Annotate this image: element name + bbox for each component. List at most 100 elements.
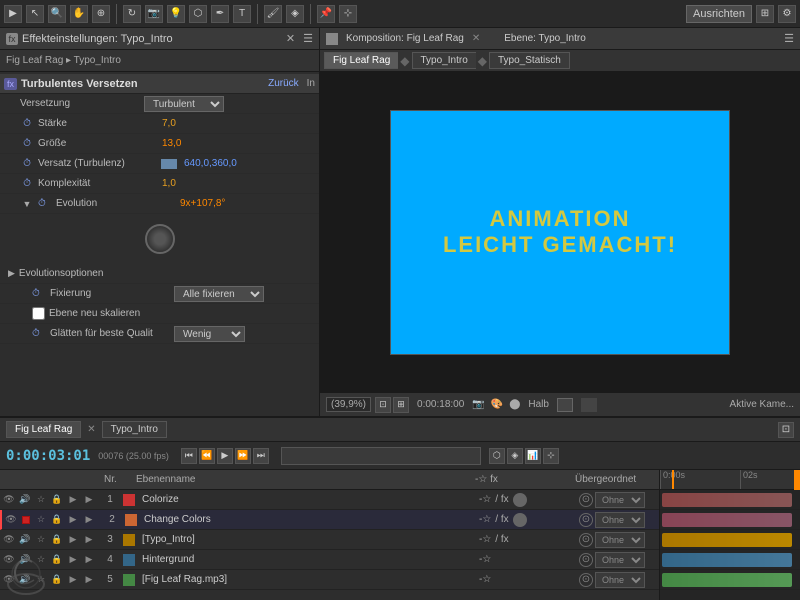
time-display[interactable]: 0:00:03:01 — [6, 448, 90, 464]
layer-1-expand[interactable]: ▶ — [66, 493, 80, 507]
layer-2-solo[interactable]: ☆ — [34, 513, 48, 527]
ausrichten-button[interactable]: Ausrichten — [686, 5, 752, 23]
toolbar-icon-puppet[interactable]: ⊹ — [339, 5, 357, 23]
tl-graph-icon[interactable]: 📊 — [525, 448, 541, 464]
layer-3-color[interactable] — [123, 534, 135, 546]
toolbar-icon-arrow[interactable]: ▶ — [4, 5, 22, 23]
layer-2-eye[interactable]: 👁 — [4, 513, 18, 527]
track-bar-mp3[interactable] — [662, 573, 792, 587]
toolbar-icon-camera[interactable]: 📷 — [145, 5, 163, 23]
layer-1-parent-dropdown[interactable]: Ohne — [595, 492, 645, 508]
layer-4-parent-dropdown[interactable]: Ohne — [595, 552, 645, 568]
timeline-tab-figleafrag[interactable]: Fig Leaf Rag — [6, 421, 81, 438]
layer-1-expand2[interactable]: ▶ — [82, 493, 96, 507]
effect-panel-menu[interactable]: ☰ — [303, 32, 313, 45]
layer-1-lock[interactable]: 🔒 — [50, 493, 64, 507]
versatz-value[interactable]: 640,0,360,0 — [184, 158, 237, 169]
stopwatch-evolution[interactable]: ⏱ — [38, 197, 52, 211]
play-end-btn[interactable]: ⏭ — [253, 448, 269, 464]
layer-1-eye[interactable]: 👁 — [2, 493, 16, 507]
layer-2-lock[interactable]: 🔒 — [50, 513, 64, 527]
layer-row-3[interactable]: 👁 🔊 ☆ 🔒 ▶ ▶ 3 [Typo_Intro] -☆ / fx ⊙ — [0, 530, 659, 550]
layer-1-color[interactable] — [123, 494, 135, 506]
toolbar-icon-grid[interactable]: ⊞ — [756, 5, 774, 23]
stopwatch-groesse[interactable]: ⏱ — [20, 137, 34, 151]
layer-1-solo[interactable]: ☆ — [34, 493, 48, 507]
stopwatch-versatz[interactable]: ⏱ — [20, 157, 34, 171]
layer-5-color[interactable] — [123, 574, 135, 586]
ebene-skalieren-checkbox[interactable] — [32, 307, 45, 320]
track-bar-change[interactable] — [662, 513, 792, 527]
layer-3-expand2[interactable]: ▶ — [82, 533, 96, 547]
effect-panel-close[interactable]: ✕ — [286, 32, 295, 45]
playhead[interactable] — [672, 470, 674, 489]
play-btn[interactable]: ▶ — [217, 448, 233, 464]
toolbar-icon-brush[interactable]: 🖌 — [264, 5, 282, 23]
toolbar-icon-pin[interactable]: 📌 — [317, 5, 335, 23]
zoom-display[interactable]: (39,9%) — [326, 397, 371, 412]
stopwatch-komplexitaet[interactable]: ⏱ — [20, 177, 34, 191]
comp-menu-icon[interactable]: ☰ — [784, 32, 794, 45]
layer-3-parent-dropdown[interactable]: Ohne — [595, 532, 645, 548]
versetzung-dropdown[interactable]: Turbulent Versatz — [144, 96, 224, 112]
stopwatch-fixierung[interactable]: ⏱ — [32, 287, 46, 301]
fixierung-dropdown[interactable]: Alle fixieren — [174, 286, 264, 302]
timeline-tab-close-1[interactable]: ✕ — [87, 424, 95, 435]
quality-display[interactable]: Halb — [528, 399, 549, 410]
toolbar-icon-settings[interactable]: ⚙ — [778, 5, 796, 23]
staerke-value[interactable]: 7,0 — [162, 118, 176, 129]
comp-close-icon[interactable]: ✕ — [472, 33, 480, 44]
layer-5-expand2[interactable]: ▶ — [82, 573, 96, 587]
toolbar-icon-hand[interactable]: ✋ — [70, 5, 88, 23]
layer-4-color[interactable] — [123, 554, 135, 566]
layer-row-5[interactable]: 👁 🔊 ☆ 🔒 ▶ ▶ 5 [Fig Leaf Rag.mp3] -☆ ⊙ Oh… — [0, 570, 659, 590]
preview-range-bar[interactable] — [281, 447, 481, 465]
stopwatch-glaetten[interactable]: ⏱ — [32, 327, 46, 341]
timeline-tab-typointro[interactable]: Typo_Intro — [102, 421, 167, 438]
layer-3-lock[interactable]: 🔒 — [50, 533, 64, 547]
layer-5-lock[interactable]: 🔒 — [50, 573, 64, 587]
comp-fit-icon[interactable]: ⊡ — [375, 397, 391, 413]
layer-3-eye[interactable]: 👁 — [2, 533, 16, 547]
layer-row-2[interactable]: 👁 ☆ 🔒 ▶ ▶ 2 Change Colors -☆ / fx ⊙ — [0, 510, 659, 530]
step-back-btn[interactable]: ⏪ — [199, 448, 215, 464]
toolbar-icon-cube[interactable]: ⬡ — [189, 5, 207, 23]
toolbar-icon-light[interactable]: 💡 — [167, 5, 185, 23]
tl-snap-icon[interactable]: ⊹ — [543, 448, 559, 464]
play-begin-btn[interactable]: ⏮ — [181, 448, 197, 464]
toolbar-icon-zoom[interactable]: ⊕ — [92, 5, 110, 23]
layer-4-expand2[interactable]: ▶ — [82, 553, 96, 567]
layer-2-color[interactable] — [125, 514, 137, 526]
comp-grid-icon[interactable]: ⊞ — [393, 397, 409, 413]
layer-row-4[interactable]: 👁 🔊 ☆ 🔒 ▶ ▶ 4 Hintergrund -☆ ⊙ Ohne — [0, 550, 659, 570]
layer-2-expand2[interactable]: ▶ — [82, 513, 96, 527]
toolbar-icon-text[interactable]: T — [233, 5, 251, 23]
toolbar-icon-rotate[interactable]: ↻ — [123, 5, 141, 23]
layer-4-lock[interactable]: 🔒 — [50, 553, 64, 567]
comp-color-icon[interactable]: 🎨 — [491, 399, 503, 410]
tl-marker-icon[interactable]: ⬡ — [489, 448, 505, 464]
expand-evolution[interactable]: ▼ — [20, 197, 34, 211]
comp-tab-typostatisch[interactable]: Typo_Statisch — [489, 52, 570, 69]
komplexitaet-value[interactable]: 1,0 — [162, 178, 176, 189]
layer-4-expand[interactable]: ▶ — [66, 553, 80, 567]
comp-camera-icon[interactable]: 📷 — [472, 399, 484, 410]
effect-section-turbulent[interactable]: fx Turbulentes Versetzen Zurück In — [0, 74, 319, 94]
track-bar-colorize[interactable] — [662, 493, 792, 507]
layer-2-expand[interactable]: ▶ — [66, 513, 80, 527]
tl-icon-1[interactable]: ⊡ — [778, 422, 794, 438]
layer-2-parent-dropdown[interactable]: Ohne — [595, 512, 645, 528]
glaetten-dropdown[interactable]: Wenig Normal — [174, 326, 245, 342]
layer-row-1[interactable]: 👁 🔊 ☆ 🔒 ▶ ▶ 1 Colorize -☆ / fx ⊙ — [0, 490, 659, 510]
toolbar-icon-search[interactable]: 🔍 — [48, 5, 66, 23]
layer-5-expand[interactable]: ▶ — [66, 573, 80, 587]
evolution-wheel[interactable] — [145, 224, 175, 254]
layer-1-audio[interactable]: 🔊 — [18, 493, 32, 507]
toolbar-icon-pointer[interactable]: ↖ — [26, 5, 44, 23]
layer-3-audio[interactable]: 🔊 — [18, 533, 32, 547]
layer-3-expand[interactable]: ▶ — [66, 533, 80, 547]
track-bar-typo[interactable] — [662, 533, 792, 547]
effect-row-evoptions[interactable]: ▶ Evolutionsoptionen — [0, 264, 319, 284]
step-fwd-btn[interactable]: ⏩ — [235, 448, 251, 464]
tl-motion-icon[interactable]: ◈ — [507, 448, 523, 464]
